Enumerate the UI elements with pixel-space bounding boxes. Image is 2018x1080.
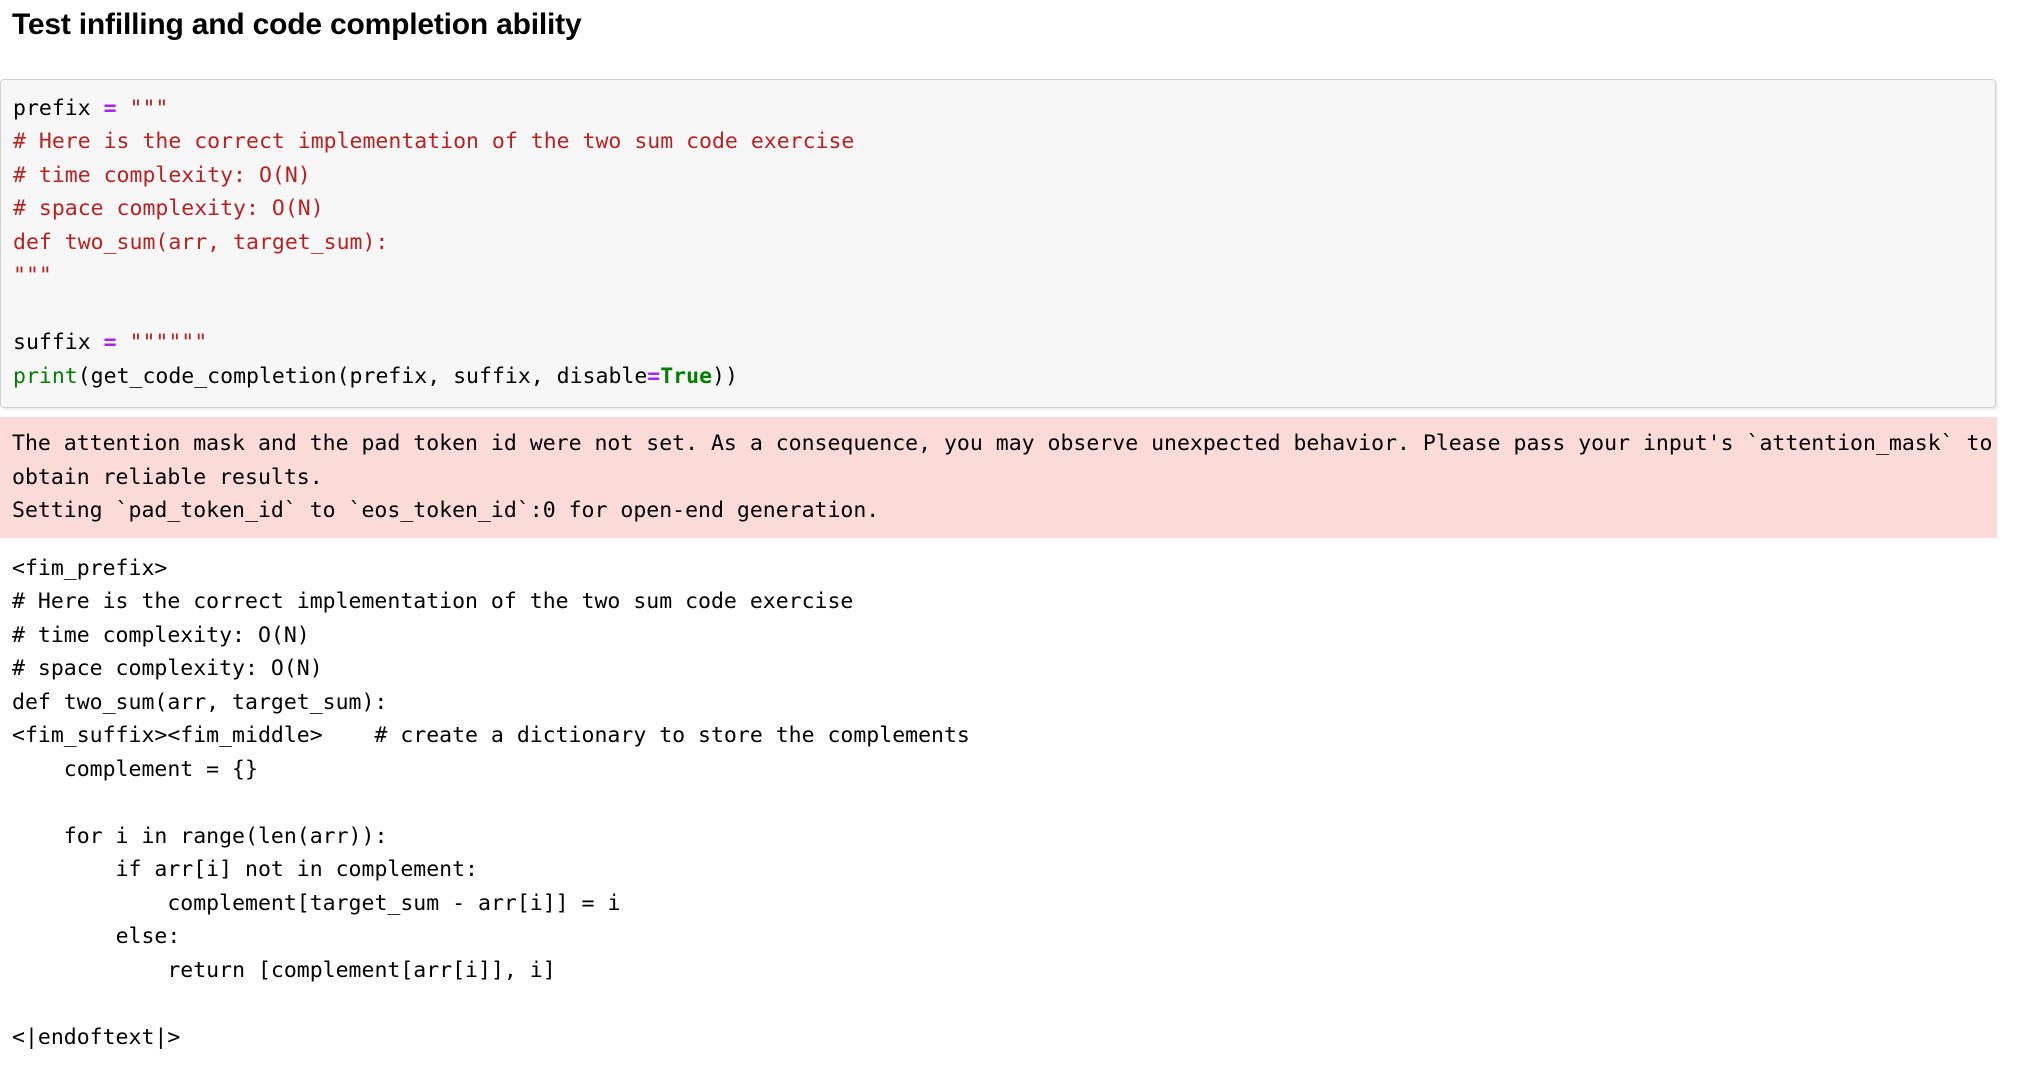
code-token-string: # time complexity: O(N) xyxy=(13,162,311,188)
code-token-function: print xyxy=(13,363,78,389)
code-token-string: # Here is the correct implementation of … xyxy=(13,129,855,154)
code-token-operator: = xyxy=(103,330,117,355)
code-token-string: """""" xyxy=(129,330,208,355)
page-title: Test infilling and code completion abili… xyxy=(12,8,582,41)
code-token-keyword-constant: True xyxy=(660,363,713,389)
code-token-operator: = xyxy=(103,95,117,121)
code-input-cell[interactable]: prefix = """ # Here is the correct imple… xyxy=(0,78,1996,408)
stdout-text: <fim_prefix> # Here is the correct imple… xyxy=(12,555,970,1050)
code-token-string: """ xyxy=(129,95,169,121)
code-token-string: # space complexity: O(N) xyxy=(13,196,324,221)
code-token-string: """ xyxy=(13,263,52,288)
notebook-cell: prefix = """ # Here is the correct imple… xyxy=(0,78,2018,408)
code-token-string: def two_sum(arr, target_sum): xyxy=(13,229,389,255)
stderr-output-area: The attention mask and the pad token id … xyxy=(0,417,1997,538)
code-token-operator: = xyxy=(647,363,661,389)
stderr-text: The attention mask and the pad token id … xyxy=(12,431,1993,523)
stdout-output-area: <fim_prefix> # Here is the correct imple… xyxy=(0,537,2018,1064)
notebook-page: Test infilling and code completion abili… xyxy=(0,0,2018,1064)
code-editor[interactable]: prefix = """ # Here is the correct imple… xyxy=(13,92,1985,394)
